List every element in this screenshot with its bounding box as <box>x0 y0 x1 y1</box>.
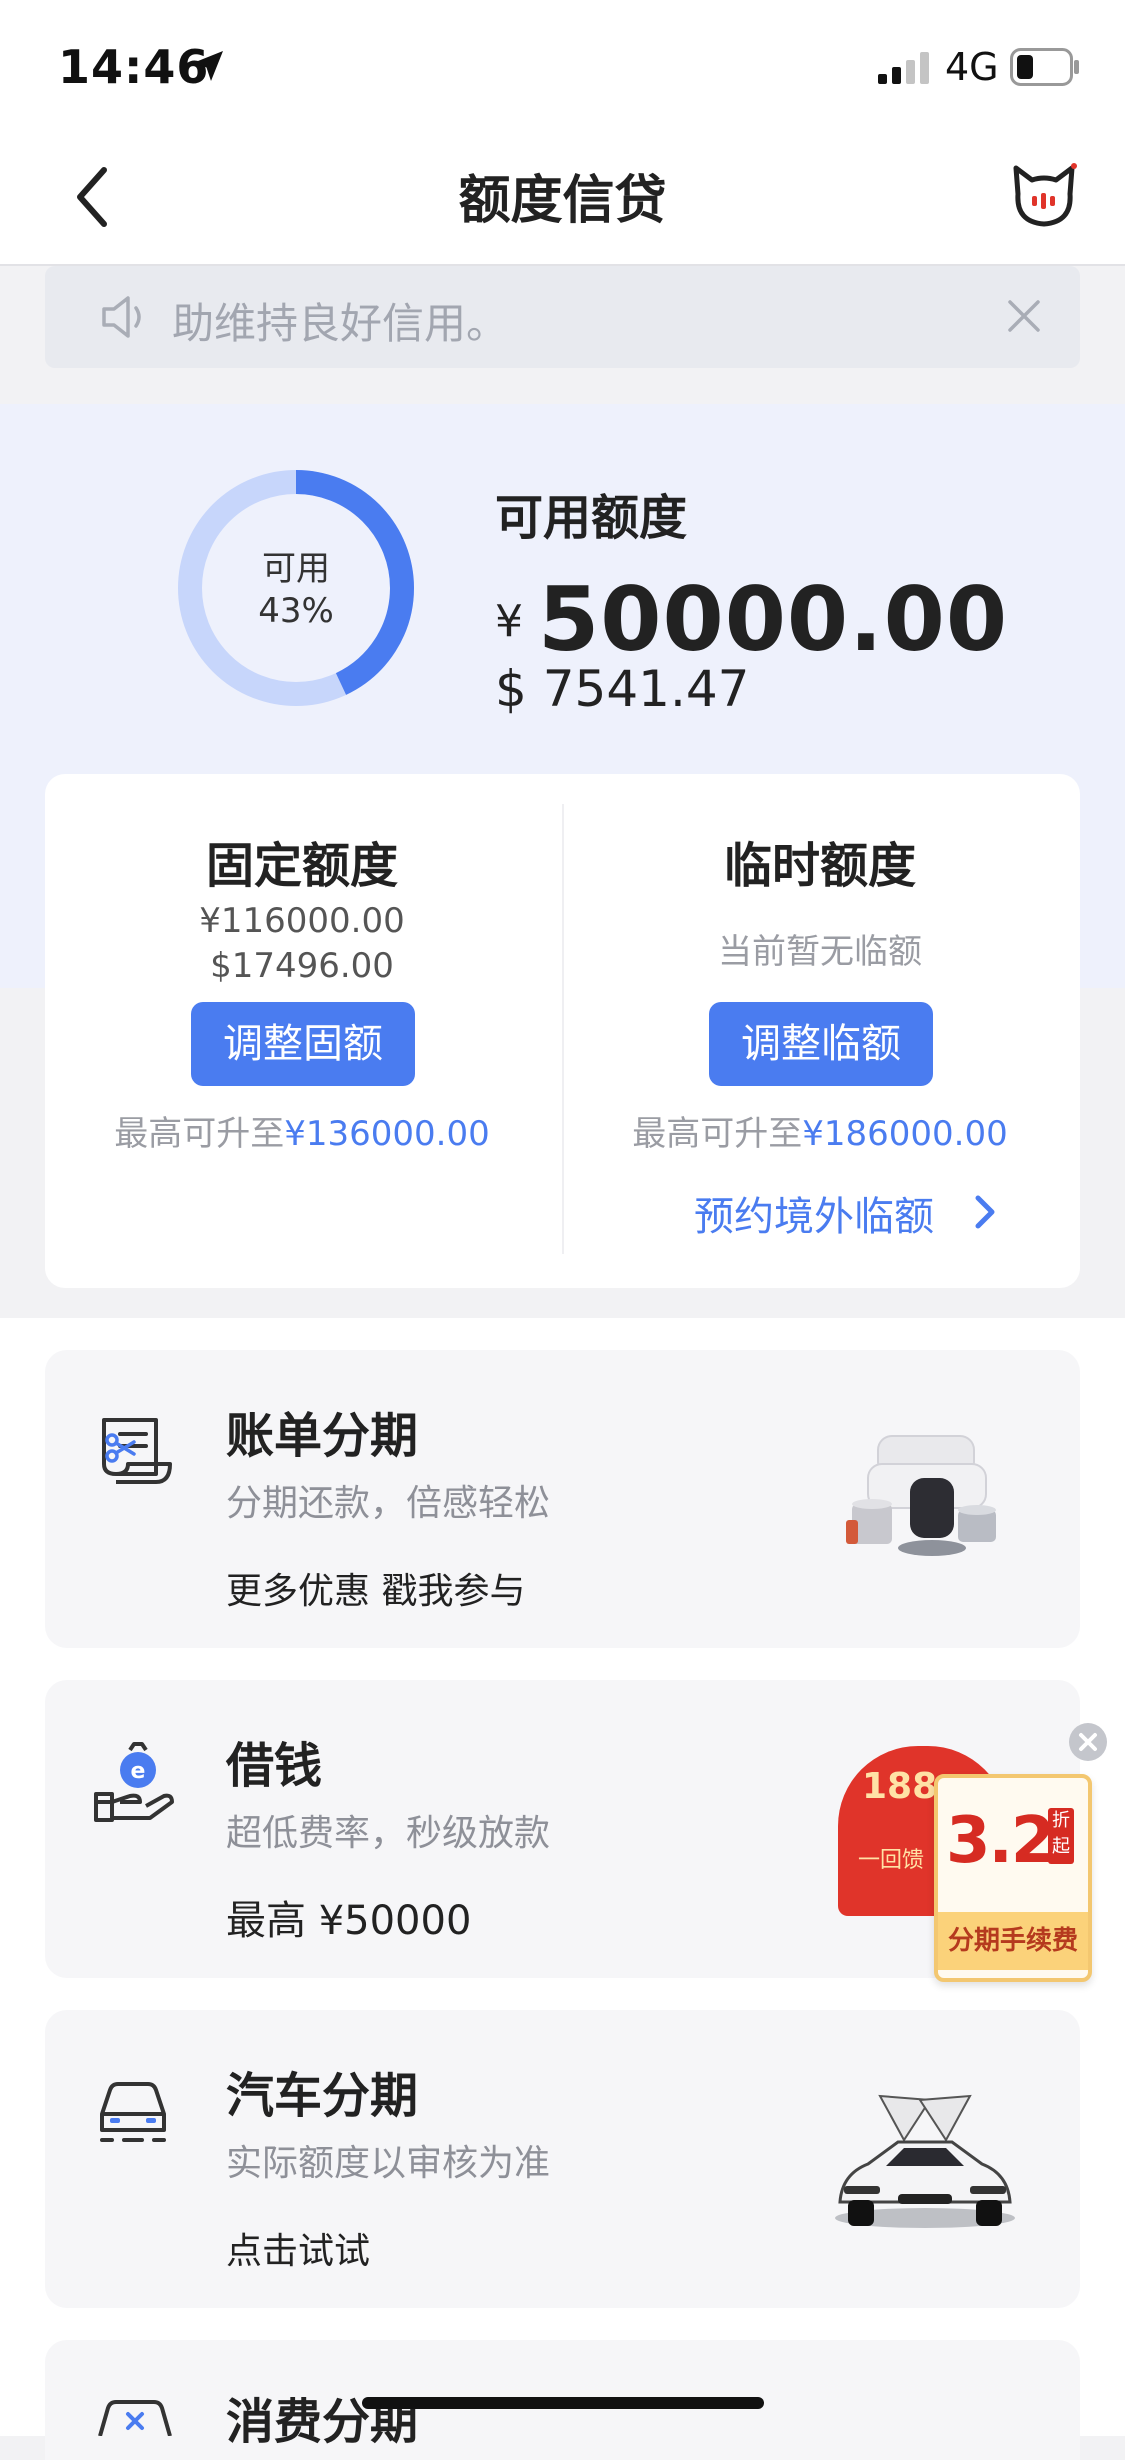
page-title: 额度信贷 <box>458 171 667 231</box>
ring-percent: 43% <box>258 591 334 631</box>
home-goods-image <box>846 1435 996 1556</box>
service-extra: 更多优惠 戳我参与 <box>226 1571 526 1612</box>
close-icon[interactable] <box>1004 296 1044 336</box>
speaker-icon <box>102 296 141 338</box>
discount-banner: 分期手续费 <box>938 1912 1088 1970</box>
svg-text:e: e <box>131 1759 146 1784</box>
car-icon <box>100 2082 166 2142</box>
status-time: 14:46 <box>58 40 210 94</box>
promo-close-icon[interactable] <box>1068 1722 1108 1762</box>
service-subtitle: 超低费率，秒级放款 <box>226 1813 551 1854</box>
overseas-temp-quota-link[interactable]: 预约境外临额 <box>694 1184 934 1242</box>
service-title: 借钱 <box>226 1738 323 1794</box>
temp-quota-title: 临时额度 <box>723 838 916 894</box>
service-subtitle: 分期还款，倍感轻松 <box>226 1483 551 1524</box>
battery-icon <box>1010 48 1079 86</box>
service-extra: 最高 ¥50000 <box>226 1898 472 1944</box>
available-cny-amount: 50000.00 <box>538 568 1009 671</box>
fixed-quota-usd: $17496.00 <box>210 946 394 986</box>
cellular-signal-icon <box>878 52 929 84</box>
location-arrow-icon <box>193 51 223 81</box>
ring-label: 可用 43% <box>176 548 416 632</box>
discount-unit-2: 起 <box>1052 1836 1070 1857</box>
cny-symbol: ¥ <box>495 596 523 647</box>
car-image <box>835 2094 1015 2228</box>
discount-unit-1: 折 <box>1052 1810 1070 1831</box>
fixed-quota-max: 最高可升至¥136000.00 <box>82 1106 522 1155</box>
notice-text: 助维持良好信用。 <box>172 299 509 348</box>
network-type: 4G <box>945 45 999 89</box>
discount-value: 3.2 <box>946 1804 1055 1878</box>
money-bag-icon: e <box>94 1742 174 1822</box>
assistant-mascot-icon[interactable] <box>1008 160 1080 232</box>
temp-quota-status: 当前暂无临额 <box>718 932 922 972</box>
service-title: 账单分期 <box>226 1408 419 1464</box>
fixed-quota-max-value: ¥136000.00 <box>284 1114 490 1154</box>
fixed-quota-max-prefix: 最高可升至 <box>114 1114 285 1154</box>
fixed-quota-title: 固定额度 <box>205 838 398 894</box>
bill-installment-icon <box>102 1418 172 1484</box>
adjust-temp-quota-button[interactable]: 调整临额 <box>709 1002 933 1086</box>
chevron-right-icon[interactable] <box>972 1192 998 1232</box>
service-title: 汽车分期 <box>226 2068 419 2124</box>
temp-quota-max-prefix: 最高可升至 <box>632 1114 803 1154</box>
home-indicator <box>362 2397 764 2409</box>
adjust-fixed-quota-button[interactable]: 调整固额 <box>191 1002 415 1086</box>
service-extra: 点击试试 <box>226 2231 371 2272</box>
red-envelope-caption: 一回馈 <box>858 1848 925 1873</box>
temp-quota-max: 最高可升至¥186000.00 <box>600 1106 1040 1155</box>
discount-unit-tag: 折 起 <box>1048 1808 1074 1864</box>
red-envelope-value: 188 <box>862 1766 938 1807</box>
available-usd-amount: $ 7541.47 <box>495 660 750 718</box>
discount-coupon[interactable]: 3.2 折 起 分期手续费 <box>934 1774 1092 1982</box>
service-subtitle: 实际额度以审核为准 <box>226 2143 551 2184</box>
ring-label-text: 可用 <box>262 549 330 589</box>
quota-divider <box>562 804 564 1254</box>
service-title: 消费分期 <box>226 2394 419 2450</box>
consumer-installment-icon <box>98 2400 172 2436</box>
available-credit-title: 可用额度 <box>495 490 688 546</box>
temp-quota-max-value: ¥186000.00 <box>802 1114 1008 1154</box>
fixed-quota-cny: ¥116000.00 <box>199 901 405 941</box>
